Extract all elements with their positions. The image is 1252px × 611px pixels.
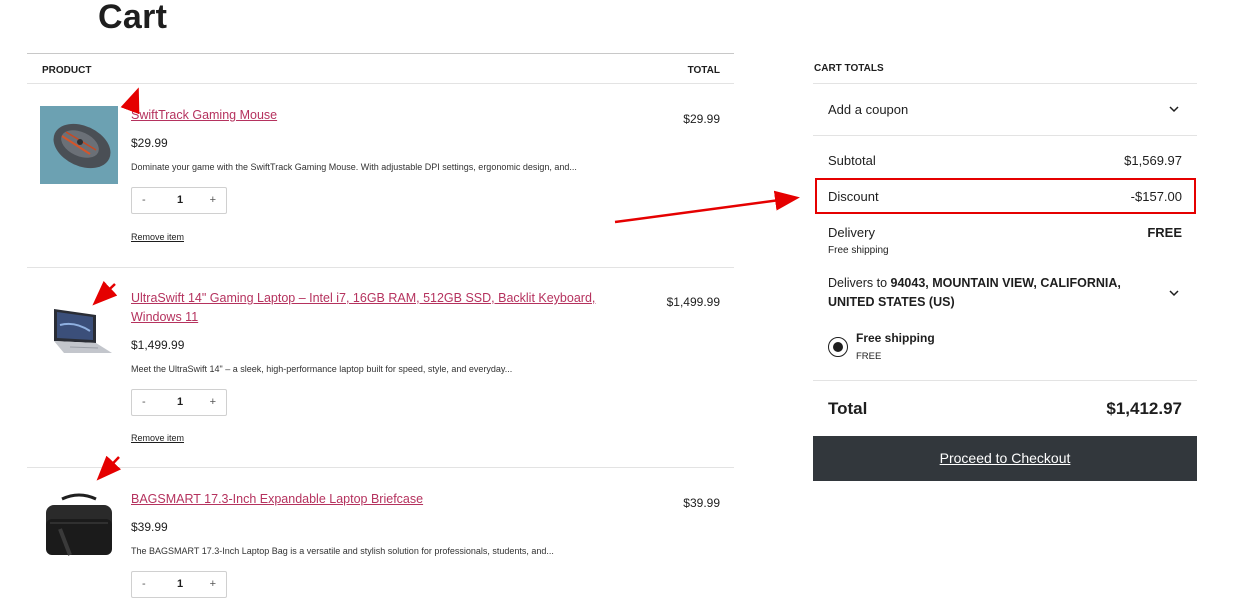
arrow-to-item-2 — [92, 280, 118, 306]
arrow-to-discount — [614, 190, 800, 224]
arrow-to-item-3 — [96, 455, 122, 481]
annotation-arrows — [92, 87, 800, 481]
arrow-to-item-1 — [120, 87, 140, 115]
cart-page: Cart PRODUCT TOTAL SwiftTrack Gaming Mou… — [0, 0, 1252, 611]
